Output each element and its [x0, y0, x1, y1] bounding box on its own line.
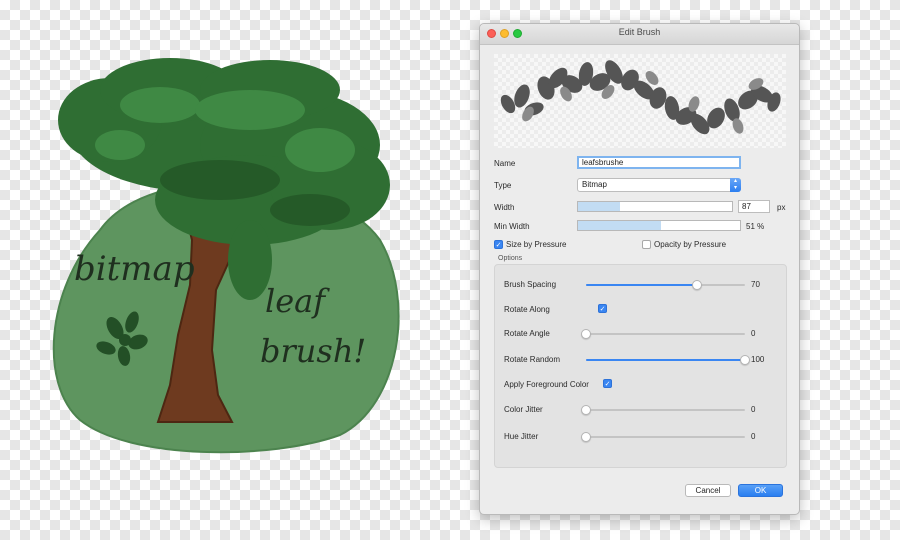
rotate-random-value: 100: [751, 355, 765, 364]
hue-jitter-label: Hue Jitter: [504, 432, 539, 441]
dialog-titlebar: Edit Brush: [480, 24, 799, 45]
type-label: Type: [494, 181, 512, 190]
width-slider-fill: [578, 202, 620, 211]
rotate-angle-slider[interactable]: [581, 329, 745, 339]
min-width-slider-fill: [578, 221, 661, 230]
name-input[interactable]: leafsbrushe: [577, 156, 741, 169]
brush-handwritten-label: brush!: [260, 332, 366, 370]
opacity-by-pressure-label: Opacity by Pressure: [654, 240, 727, 249]
hue-jitter-value: 0: [751, 432, 756, 441]
options-label: Options: [498, 255, 523, 262]
min-width-label: Min Width: [494, 222, 530, 231]
color-jitter-value: 0: [751, 405, 756, 414]
type-select-value: Bitmap: [582, 180, 607, 189]
size-by-pressure-checkbox[interactable]: ✓: [494, 240, 503, 249]
brush-spacing-slider-knob[interactable]: [692, 280, 703, 290]
bitmap-handwritten-label: bitmap: [74, 249, 195, 289]
min-width-value: 51 %: [746, 222, 765, 231]
name-label: Name: [494, 159, 516, 168]
leaf-brush-artwork: bitmap leaf brush!: [52, 58, 400, 454]
options-group: Brush Spacing 70 Rotate Along ✓ Rotate A…: [494, 264, 787, 468]
rotate-angle-slider-knob[interactable]: [581, 329, 591, 339]
leaf-handwritten-label: leaf: [265, 282, 330, 320]
dialog-title: Edit Brush: [618, 27, 661, 37]
hue-jitter-slider-knob[interactable]: [581, 432, 591, 442]
color-jitter-slider[interactable]: [581, 405, 745, 415]
updown-chevron-icon: ▴ ▾: [730, 178, 741, 192]
rotate-angle-value: 0: [751, 329, 756, 338]
brush-spacing-slider-fill: [586, 284, 698, 286]
min-width-slider[interactable]: [577, 220, 741, 231]
rotate-along-label: Rotate Along: [504, 305, 550, 314]
type-select[interactable]: Bitmap ▴ ▾: [577, 178, 741, 192]
color-jitter-slider-knob[interactable]: [581, 405, 591, 415]
apply-foreground-color-label: Apply Foreground Color: [504, 380, 589, 389]
rotate-angle-label: Rotate Angle: [504, 329, 550, 338]
brush-spacing-label: Brush Spacing: [504, 280, 557, 289]
color-jitter-label: Color Jitter: [504, 405, 543, 414]
ok-button[interactable]: OK: [738, 484, 783, 497]
brush-spacing-slider[interactable]: [586, 280, 745, 290]
hue-jitter-slider[interactable]: [581, 432, 745, 442]
cancel-button[interactable]: Cancel: [685, 484, 731, 497]
rotate-along-checkbox[interactable]: ✓: [598, 304, 607, 313]
rotate-random-label: Rotate Random: [504, 355, 561, 364]
width-unit-label: px: [777, 203, 786, 212]
brush-stroke-preview: [494, 54, 786, 148]
opacity-by-pressure-checkbox[interactable]: [642, 240, 651, 249]
edit-brush-dialog: Edit Brush Name leafsbrushe Type Bitmap …: [479, 23, 800, 515]
brush-spacing-value: 70: [751, 280, 760, 289]
brush-stroke-image: [500, 60, 781, 135]
rotate-random-slider-fill: [586, 359, 745, 361]
width-label: Width: [494, 203, 515, 212]
size-by-pressure-label: Size by Pressure: [506, 240, 567, 249]
rotate-random-slider[interactable]: [586, 355, 750, 365]
rotate-random-slider-knob[interactable]: [740, 355, 750, 365]
width-value-field[interactable]: 87: [738, 200, 770, 213]
width-slider[interactable]: [577, 201, 733, 212]
apply-foreground-color-checkbox[interactable]: ✓: [603, 379, 612, 388]
